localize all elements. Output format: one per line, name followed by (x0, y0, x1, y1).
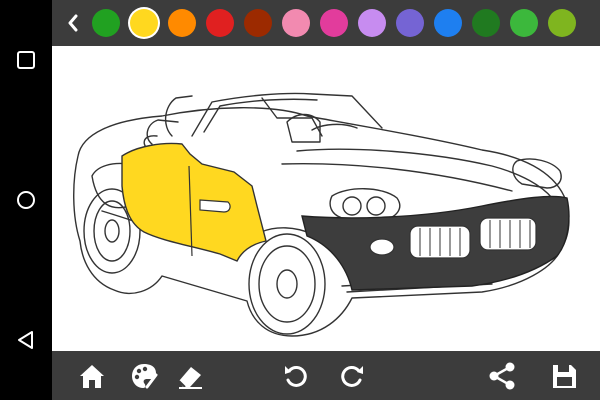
redo-icon (341, 365, 363, 387)
color-swatch[interactable] (206, 9, 234, 37)
color-swatch[interactable] (244, 9, 272, 37)
color-palette (52, 0, 600, 46)
nav-home-button[interactable] (6, 180, 46, 220)
undo-icon (285, 365, 307, 387)
door-region[interactable] (121, 142, 267, 262)
bottom-toolbar (52, 351, 600, 400)
home-button[interactable] (76, 360, 108, 392)
eraser-icon (178, 367, 202, 389)
color-swatch[interactable] (92, 9, 120, 37)
palette-button[interactable] (128, 360, 160, 392)
color-swatch[interactable] (434, 9, 462, 37)
nav-back-button[interactable] (6, 320, 46, 360)
coloring-canvas[interactable] (52, 46, 600, 351)
color-swatch[interactable] (510, 9, 538, 37)
triangle-back-icon (18, 331, 33, 349)
redo-button[interactable] (336, 360, 368, 392)
eraser-button[interactable] (174, 360, 206, 392)
color-swatch[interactable] (358, 9, 386, 37)
share-icon (489, 362, 515, 390)
color-swatch[interactable] (396, 9, 424, 37)
save-button[interactable] (548, 360, 580, 392)
nav-recent-button[interactable] (6, 40, 46, 80)
square-icon (17, 51, 35, 69)
color-swatch[interactable] (320, 9, 348, 37)
share-button[interactable] (486, 360, 518, 392)
chevron-left-icon (68, 14, 78, 32)
color-swatch[interactable] (548, 9, 576, 37)
circle-icon (17, 191, 35, 209)
undo-button[interactable] (280, 360, 312, 392)
color-swatch[interactable] (472, 9, 500, 37)
car-coloring-page (73, 92, 570, 337)
save-icon (553, 365, 576, 388)
color-swatch[interactable] (282, 9, 310, 37)
palette-icon (132, 364, 158, 389)
palette-back-button[interactable] (62, 9, 84, 37)
home-icon (80, 365, 104, 388)
system-nav-bar (0, 0, 52, 400)
color-swatch[interactable] (168, 9, 196, 37)
color-swatch[interactable] (130, 9, 158, 37)
